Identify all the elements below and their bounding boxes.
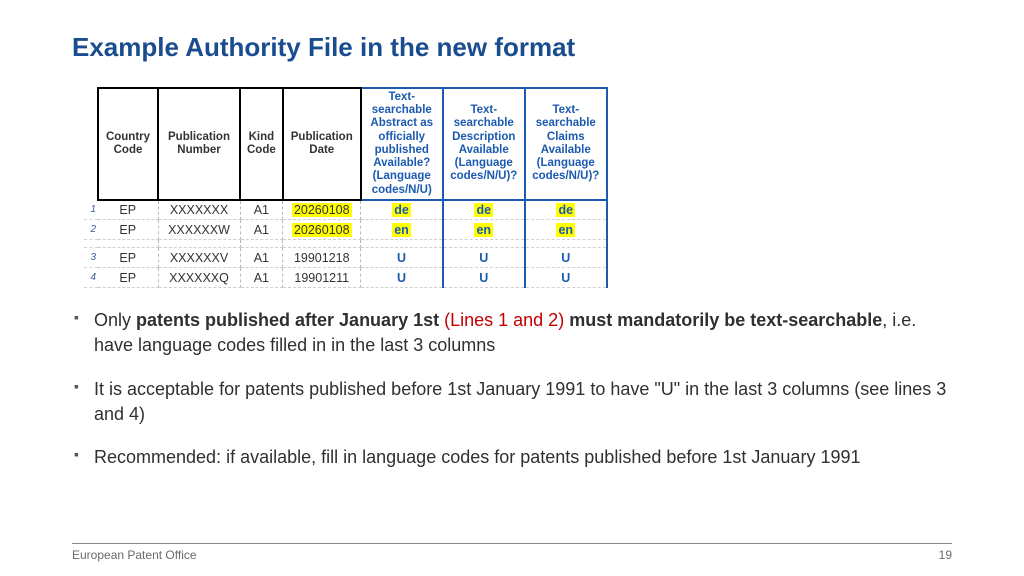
cell-abstract: en (361, 220, 443, 240)
bullet-1-lead: Only (94, 310, 136, 330)
highlight: de (392, 203, 411, 217)
cell-pub-date: 19901218 (283, 248, 361, 268)
cell-country-code: EP (98, 248, 158, 268)
header-abstract: Text-searchable Abstract as officially p… (361, 88, 443, 200)
cell-pub-number: XXXXXXX (158, 200, 240, 220)
cell-description: de (443, 200, 525, 220)
row-number: 4 (84, 268, 98, 288)
authority-table: Country Code Publication Number Kind Cod… (84, 87, 608, 288)
bullet-1: Only patents published after January 1st… (72, 308, 952, 358)
cell-country-code: EP (98, 220, 158, 240)
bullet-list: Only patents published after January 1st… (72, 308, 952, 470)
header-description: Text-searchable Description Available (L… (443, 88, 525, 200)
bullet-1-red: (Lines 1 and 2) (444, 310, 569, 330)
cell-description: U (443, 248, 525, 268)
cell-pub-date: 20260108 (283, 200, 361, 220)
cell-description: U (443, 268, 525, 288)
cell-kind-code: A1 (240, 248, 283, 268)
cell-pub-date: 19901211 (283, 268, 361, 288)
highlight: en (392, 223, 411, 237)
cell-kind-code: A1 (240, 200, 283, 220)
header-country-code: Country Code (98, 88, 158, 200)
header-pub-date: Publication Date (283, 88, 361, 200)
footer-page: 19 (939, 548, 952, 562)
header-rownum (84, 88, 98, 200)
cell-pub-number: XXXXXXW (158, 220, 240, 240)
cell-abstract: U (361, 268, 443, 288)
table-row: 1EPXXXXXXXA1 20260108 de de de (84, 200, 607, 220)
highlight: en (474, 223, 493, 237)
cell-pub-number: XXXXXXQ (158, 268, 240, 288)
authority-table-wrap: Country Code Publication Number Kind Cod… (84, 87, 952, 288)
cell-country-code: EP (98, 200, 158, 220)
highlight: de (556, 203, 575, 217)
cell-description: en (443, 220, 525, 240)
cell-abstract: de (361, 200, 443, 220)
bullet-1-bold1: patents published after January 1st (136, 310, 444, 330)
cell-claims: U (525, 248, 607, 268)
bullet-3: Recommended: if available, fill in langu… (72, 445, 952, 470)
cell-pub-date: 20260108 (283, 220, 361, 240)
header-claims: Text-searchable Claims Available (Langua… (525, 88, 607, 200)
cell-claims: de (525, 200, 607, 220)
header-kind-code: Kind Code (240, 88, 283, 200)
table-row: 3EPXXXXXXVA119901218UUU (84, 248, 607, 268)
highlight: 20260108 (292, 223, 352, 237)
cell-kind-code: A1 (240, 220, 283, 240)
row-number: 3 (84, 248, 98, 268)
cell-kind-code: A1 (240, 268, 283, 288)
cell-country-code: EP (98, 268, 158, 288)
cell-claims: en (525, 220, 607, 240)
cell-claims: U (525, 268, 607, 288)
header-pub-number: Publication Number (158, 88, 240, 200)
bullet-1-bold2: must mandatorily be text-searchable (569, 310, 882, 330)
row-number: 2 (84, 220, 98, 240)
bullet-2: It is acceptable for patents published b… (72, 377, 952, 427)
cell-pub-number: XXXXXXV (158, 248, 240, 268)
footer-org: European Patent Office (72, 548, 197, 562)
table-row: 2EPXXXXXXWA1 20260108 en en en (84, 220, 607, 240)
highlight: 20260108 (292, 203, 352, 217)
page-title: Example Authority File in the new format (72, 32, 952, 63)
cell-abstract: U (361, 248, 443, 268)
table-row: 4EPXXXXXXQA119901211UUU (84, 268, 607, 288)
footer: European Patent Office 19 (72, 543, 952, 562)
row-number: 1 (84, 200, 98, 220)
table-row-gap (84, 240, 607, 248)
highlight: de (474, 203, 493, 217)
highlight: en (556, 223, 575, 237)
